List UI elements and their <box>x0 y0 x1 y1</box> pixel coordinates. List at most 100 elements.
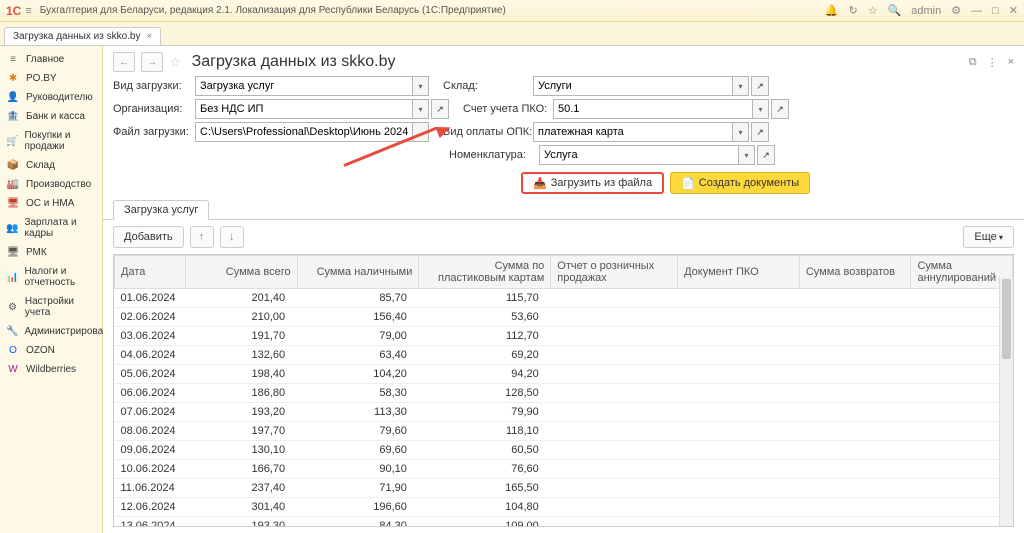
col-header[interactable]: Сумма всего <box>186 256 298 289</box>
table-row[interactable]: 10.06.2024166,7090,1076,60 <box>115 460 1013 479</box>
table-row[interactable]: 01.06.2024201,4085,70115,70 <box>115 289 1013 308</box>
favorite-icon[interactable]: ☆ <box>169 54 182 71</box>
table-row[interactable]: 05.06.2024198,40104,2094,20 <box>115 365 1013 384</box>
user-label[interactable]: admin <box>911 5 941 17</box>
cell: 165,50 <box>419 479 551 498</box>
cell: 109,00 <box>419 517 551 528</box>
nomen-open-icon[interactable]: ↗ <box>757 145 775 165</box>
org-input[interactable] <box>195 99 413 119</box>
sidebar-item-0[interactable]: ≡Главное <box>0 50 102 69</box>
window-title: Бухгалтерия для Беларуси, редакция 2.1. … <box>40 5 825 16</box>
opk-input[interactable] <box>533 122 733 142</box>
move-up-button[interactable]: ↑ <box>190 226 214 248</box>
more-button[interactable]: Еще <box>963 226 1014 248</box>
table-row[interactable]: 13.06.2024193,3084,30109,00 <box>115 517 1013 528</box>
col-header[interactable]: Сумма по пластиковым картам <box>419 256 551 289</box>
sidebar-item-1[interactable]: ✱PO.BY <box>0 69 102 88</box>
cell <box>551 422 678 441</box>
warehouse-dropdown-icon[interactable]: ▾ <box>733 76 749 96</box>
cell: 03.06.2024 <box>115 327 186 346</box>
col-header[interactable]: Документ ПКО <box>678 256 800 289</box>
add-button[interactable]: Добавить <box>113 226 184 248</box>
nav-fwd-button[interactable]: → <box>141 52 163 72</box>
pko-dropdown-icon[interactable]: ▾ <box>753 99 769 119</box>
sidebar-item-14[interactable]: WWildberries <box>0 360 102 379</box>
sidebar-label: Банк и касса <box>26 111 85 122</box>
sidebar-item-13[interactable]: OOZON <box>0 341 102 360</box>
cell <box>678 441 800 460</box>
org-open-icon[interactable]: ↗ <box>431 99 449 119</box>
sidebar-item-5[interactable]: 📦Склад <box>0 156 102 175</box>
search-icon[interactable]: 🔍 <box>888 4 902 17</box>
star-icon[interactable]: ☆ <box>868 4 878 17</box>
cell: 05.06.2024 <box>115 365 186 384</box>
load-type-dropdown-icon[interactable]: ▾ <box>413 76 429 96</box>
more-icon[interactable]: ⋮ <box>987 56 998 69</box>
col-header[interactable]: Отчет о розничных продажах <box>551 256 678 289</box>
sidebar-item-4[interactable]: 🛒Покупки и продажи <box>0 126 102 156</box>
history-icon[interactable]: ↻ <box>848 4 857 17</box>
menu-icon[interactable]: ≡ <box>25 5 31 17</box>
nav-back-button[interactable]: ← <box>113 52 135 72</box>
pko-account-input[interactable] <box>553 99 753 119</box>
sidebar-item-2[interactable]: 👤Руководителю <box>0 88 102 107</box>
col-header[interactable]: Сумма наличными <box>297 256 419 289</box>
sidebar-item-8[interactable]: 👥Зарплата и кадры <box>0 213 102 243</box>
col-header[interactable]: Сумма возвратов <box>799 256 911 289</box>
cell <box>551 384 678 403</box>
detach-icon[interactable]: ⧉ <box>969 56 977 69</box>
cell <box>551 517 678 528</box>
opk-dropdown-icon[interactable]: ▾ <box>733 122 749 142</box>
scrollbar[interactable] <box>999 277 1013 526</box>
col-header[interactable]: Сумма аннулирований <box>911 256 1013 289</box>
sidebar-icon: 📦 <box>6 160 20 171</box>
cell <box>678 365 800 384</box>
sidebar-label: Покупки и продажи <box>24 130 96 152</box>
close-icon[interactable]: ✕ <box>1009 4 1018 17</box>
sidebar-item-11[interactable]: ⚙Настройки учета <box>0 292 102 322</box>
table-row[interactable]: 04.06.2024132,6063,4069,20 <box>115 346 1013 365</box>
sidebar-item-3[interactable]: 🏦Банк и касса <box>0 107 102 126</box>
col-header[interactable]: Дата <box>115 256 186 289</box>
table-row[interactable]: 07.06.2024193,20113,3079,90 <box>115 403 1013 422</box>
sidebar-item-10[interactable]: 📊Налоги и отчетность <box>0 262 102 292</box>
opk-open-icon[interactable]: ↗ <box>751 122 769 142</box>
load-from-file-button[interactable]: 📥 Загрузить из файла <box>521 172 664 194</box>
cell: 118,10 <box>419 422 551 441</box>
warehouse-open-icon[interactable]: ↗ <box>751 76 769 96</box>
maximize-icon[interactable]: □ <box>992 5 999 17</box>
opk-label: Вид оплаты ОПК: <box>443 126 533 138</box>
nomen-input[interactable] <box>539 145 739 165</box>
load-type-input[interactable] <box>195 76 413 96</box>
table-row[interactable]: 06.06.2024186,8058,30128,50 <box>115 384 1013 403</box>
minimize-icon[interactable]: — <box>971 5 982 17</box>
tab-close-icon[interactable]: × <box>146 31 152 42</box>
table-row[interactable]: 03.06.2024191,7079,00112,70 <box>115 327 1013 346</box>
cell: 130,10 <box>186 441 298 460</box>
cell <box>799 384 911 403</box>
tab-load-services[interactable]: Загрузка услуг <box>113 200 209 220</box>
tab-skko[interactable]: Загрузка данных из skko.by × <box>4 27 161 45</box>
table-row[interactable]: 09.06.2024130,1069,6060,50 <box>115 441 1013 460</box>
warehouse-input[interactable] <box>533 76 733 96</box>
org-dropdown-icon[interactable]: ▾ <box>413 99 429 119</box>
move-down-button[interactable]: ↓ <box>220 226 244 248</box>
nomen-dropdown-icon[interactable]: ▾ <box>739 145 755 165</box>
table-row[interactable]: 02.06.2024210,00156,4053,60 <box>115 308 1013 327</box>
create-documents-button[interactable]: 📄 Создать документы <box>670 172 810 194</box>
file-input[interactable] <box>195 122 413 142</box>
sidebar-item-6[interactable]: 🏭Производство <box>0 175 102 194</box>
sidebar-item-9[interactable]: 🖥РМК <box>0 243 102 262</box>
data-grid[interactable]: ДатаСумма всегоСумма наличнымиСумма по п… <box>113 254 1014 527</box>
bell-icon[interactable]: 🔔 <box>825 4 839 17</box>
pko-open-icon[interactable]: ↗ <box>771 99 789 119</box>
sidebar-item-7[interactable]: 🖥ОС и НМА <box>0 194 102 213</box>
table-row[interactable]: 08.06.2024197,7079,60118,10 <box>115 422 1013 441</box>
file-browse-icon[interactable]: … <box>413 122 429 142</box>
close-page-icon[interactable]: × <box>1008 56 1014 69</box>
table-row[interactable]: 12.06.2024301,40196,60104,80 <box>115 498 1013 517</box>
settings-icon[interactable]: ⚙ <box>951 4 961 17</box>
table-row[interactable]: 11.06.2024237,4071,90165,50 <box>115 479 1013 498</box>
page-title: Загрузка данных из skko.by <box>192 53 396 71</box>
sidebar-item-12[interactable]: 🔧Администрирование <box>0 322 102 341</box>
